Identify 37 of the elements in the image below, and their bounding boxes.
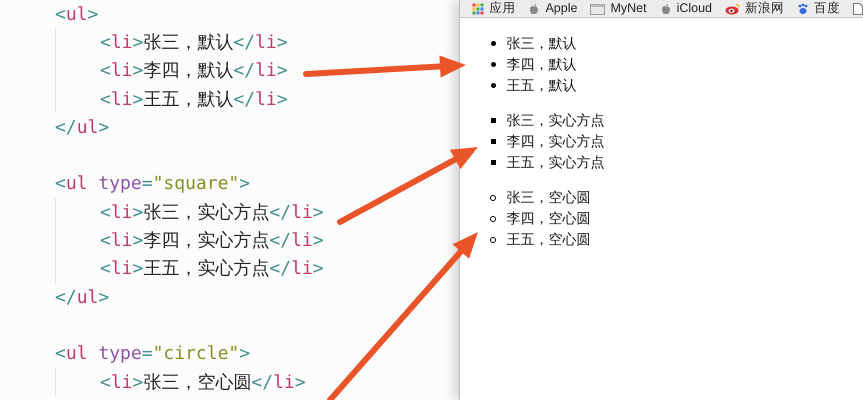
apps-grid-icon [472,2,484,14]
code-line: <ul type="square"> [55,172,250,196]
list-item: 王五，空心圆 [506,230,590,249]
page-icon [853,2,863,14]
bookmark-link[interactable]: iCloud [676,0,712,17]
code-line: <li>张三，空心圆</li> [100,370,306,394]
code-line: <li>王五，默认</li> [100,88,288,112]
list-item: 张三，默认 [506,34,576,53]
list-item: 李四，空心圆 [506,209,590,228]
bullet-square-icon [491,139,496,144]
code-line: </ul> [55,116,110,140]
list-item: 王五，默认 [506,76,576,95]
code-line: <li>张三，默认</li> [100,30,288,55]
list-item: 张三，实心方点 [506,111,604,130]
paw-icon [797,2,809,14]
code-line: </ul> [55,286,110,310]
bookmark-link[interactable]: 新浪网 [745,0,784,17]
bookmark-link[interactable]: Apple [545,0,578,17]
folder-icon [590,2,606,14]
list-item: 李四，实心方点 [506,132,604,151]
eye-logo-icon [725,2,740,14]
apple-icon [660,2,672,14]
code-line: <li>李四，默认</li> [100,59,288,84]
list-item: 王五，实心方点 [506,153,604,172]
code-line: <ul> [55,2,98,27]
bookmark-link[interactable]: 应用 [489,0,516,17]
code-line: <li>张三，实心方点</li> [100,200,324,225]
bookmark-link[interactable]: 百度 [814,0,840,17]
list-item: 李四，默认 [506,55,576,74]
list-item: 张三，空心圆 [506,188,590,207]
bullet-square-icon [491,118,496,123]
code-line: <ul type="circle"> [55,342,250,366]
bookmark-link[interactable]: MyNet [610,0,647,17]
code-line: <li>王五，实心方点</li> [100,257,324,282]
code-line: <li>李四，实心方点</li> [100,229,324,254]
bullet-square-icon [491,160,496,165]
apple-icon [528,2,540,14]
